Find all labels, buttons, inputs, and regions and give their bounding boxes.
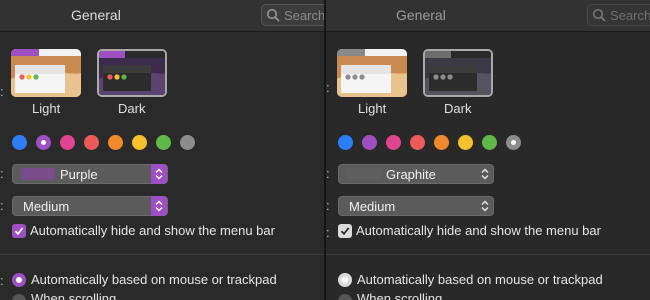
- sidebar-icon-size-value: Medium: [349, 199, 396, 214]
- accent-color-swatch[interactable]: [36, 135, 51, 150]
- highlight-color-swatch: [347, 168, 381, 180]
- row-label-colon: :: [326, 80, 330, 95]
- scroll-bars-when-scrolling-label: When scrolling: [31, 291, 117, 300]
- highlight-color-value: Graphite: [386, 167, 436, 182]
- accent-color-swatch[interactable]: [458, 135, 473, 150]
- appearance-light-label: Light: [32, 101, 61, 116]
- window-title: General: [396, 7, 446, 23]
- appearance-dark-thumbnail[interactable]: [423, 49, 493, 97]
- sidebar-icon-size-value: Medium: [23, 199, 70, 214]
- search-placeholder: Search: [610, 8, 650, 23]
- scroll-bars-auto-radio[interactable]: [338, 273, 352, 287]
- popup-chevrons-icon: [477, 196, 493, 216]
- accent-color-swatch[interactable]: [434, 135, 449, 150]
- menu-bar-autohide-checkbox[interactable]: [338, 224, 352, 238]
- checkmark-icon: [340, 227, 350, 236]
- scroll-bars-auto-radio[interactable]: [12, 273, 26, 287]
- scroll-bars-auto-label: Automatically based on mouse or trackpad: [357, 272, 603, 287]
- row-label-colon: :: [0, 273, 4, 288]
- highlight-color-popup[interactable]: Graphite: [338, 164, 494, 184]
- popup-chevrons-icon: [151, 164, 167, 184]
- search-field[interactable]: Search: [261, 4, 324, 26]
- sidebar-icon-size-popup[interactable]: Medium: [338, 196, 494, 216]
- accent-color-swatch[interactable]: [362, 135, 377, 150]
- preferences-panel-graphite: General Search : Light Dark: Graphite:…: [326, 0, 650, 300]
- window-title: General: [71, 7, 121, 23]
- search-icon: [592, 8, 606, 22]
- accent-color-swatch[interactable]: [180, 135, 195, 150]
- accent-color-swatch[interactable]: [506, 135, 521, 150]
- accent-color-swatch[interactable]: [12, 135, 27, 150]
- menu-bar-autohide-checkbox[interactable]: [12, 224, 26, 238]
- appearance-dark-thumbnail[interactable]: [97, 49, 167, 97]
- accent-color-swatch[interactable]: [84, 135, 99, 150]
- row-label-colon: :: [0, 166, 4, 181]
- menu-bar-autohide-label: Automatically hide and show the menu bar: [356, 223, 601, 238]
- search-icon: [266, 8, 280, 22]
- popup-chevrons-icon: [151, 196, 167, 216]
- section-divider: [0, 254, 324, 255]
- row-label-colon: :: [326, 198, 330, 213]
- appearance-light-thumbnail[interactable]: [11, 49, 81, 97]
- scroll-bars-when-scrolling-label: When scrolling: [357, 291, 443, 300]
- highlight-color-value: Purple: [60, 167, 98, 182]
- accent-color-swatch[interactable]: [338, 135, 353, 150]
- row-label-colon: :: [326, 225, 330, 240]
- accent-color-swatch[interactable]: [386, 135, 401, 150]
- search-placeholder: Search: [284, 8, 324, 23]
- scroll-bars-auto-label: Automatically based on mouse or trackpad: [31, 272, 277, 287]
- highlight-color-swatch: [21, 168, 55, 180]
- window-toolbar: General Search: [326, 0, 650, 32]
- checkmark-icon: [14, 227, 24, 236]
- scroll-bars-when-scrolling-radio[interactable]: [12, 294, 26, 300]
- section-divider: [326, 254, 650, 255]
- menu-bar-autohide-label: Automatically hide and show the menu bar: [30, 223, 275, 238]
- row-label-colon: :: [0, 84, 4, 99]
- scroll-bars-when-scrolling-radio[interactable]: [338, 294, 352, 300]
- accent-color-swatch[interactable]: [410, 135, 425, 150]
- popup-chevrons-icon: [477, 164, 493, 184]
- accent-color-swatch[interactable]: [60, 135, 75, 150]
- search-field[interactable]: Search: [587, 4, 650, 26]
- accent-color-swatch[interactable]: [482, 135, 497, 150]
- window-toolbar: General Search: [0, 0, 324, 32]
- accent-color-swatch[interactable]: [156, 135, 171, 150]
- appearance-light-thumbnail[interactable]: [337, 49, 407, 97]
- appearance-dark-label: Dark: [118, 101, 146, 116]
- accent-color-swatch[interactable]: [132, 135, 147, 150]
- accent-color-swatch[interactable]: [108, 135, 123, 150]
- highlight-color-popup[interactable]: Purple: [12, 164, 168, 184]
- appearance-dark-label: Dark: [444, 101, 472, 116]
- preferences-panel-purple: General Search : Light Dark: Purple: M…: [0, 0, 324, 300]
- sidebar-icon-size-popup[interactable]: Medium: [12, 196, 168, 216]
- row-label-colon: :: [0, 198, 4, 213]
- appearance-light-label: Light: [358, 101, 387, 116]
- row-label-colon: :: [326, 166, 330, 181]
